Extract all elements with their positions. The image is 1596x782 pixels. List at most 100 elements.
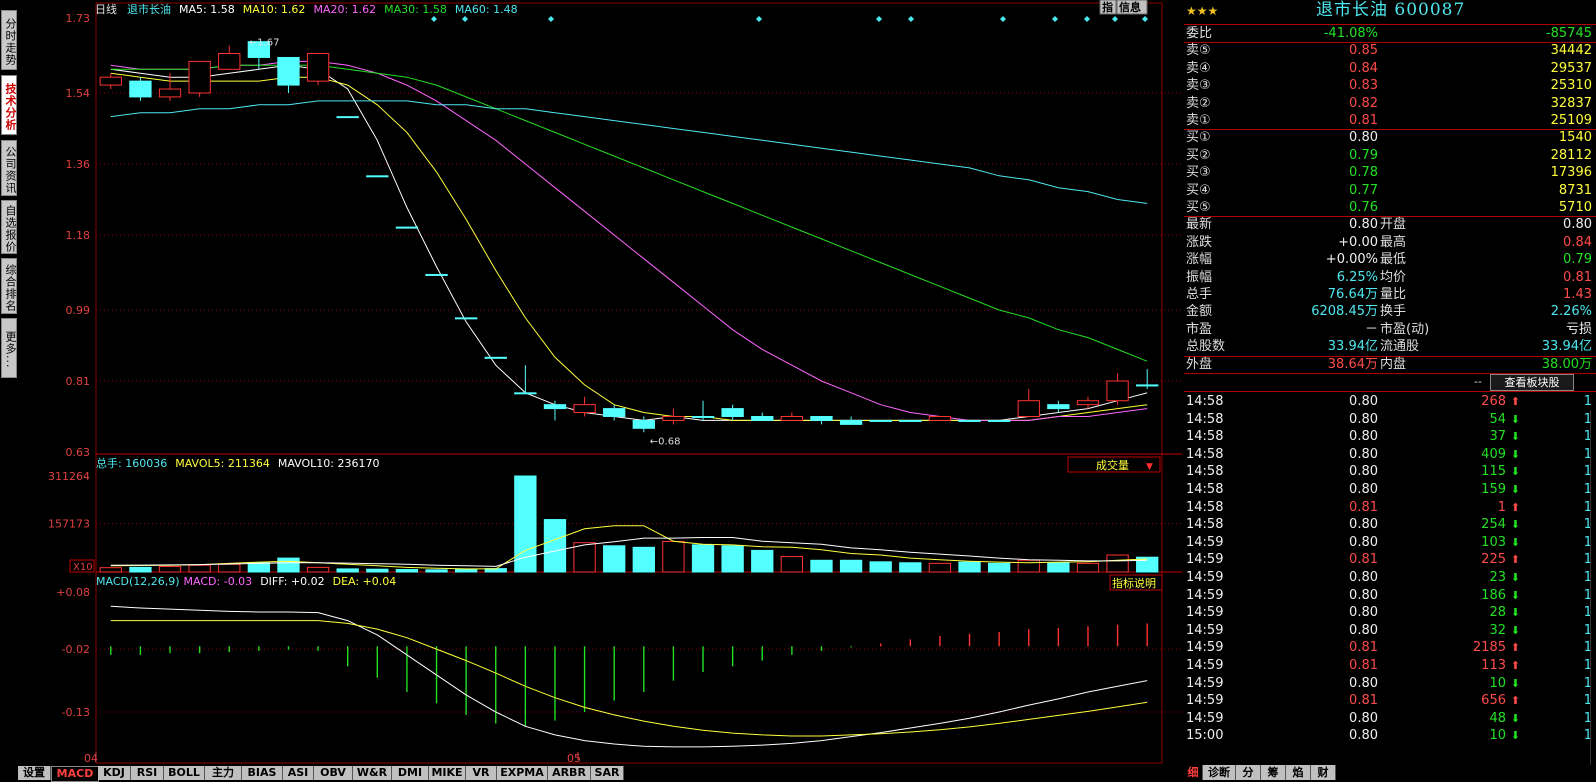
price-tick-0: 1.73 (66, 12, 91, 25)
buy-price: 0.78 (1349, 165, 1378, 181)
event-marker-2[interactable] (548, 16, 554, 22)
indicator-tab-mike[interactable]: MIKE (429, 766, 466, 780)
kline-chart-area[interactable]: 日线 退市长油 MA5: 1.58 MA10: 1.62 MA20: 1.62 MA30:… (18, 0, 1182, 765)
indicator-tab-asi[interactable]: ASI (283, 766, 314, 780)
sector-button[interactable]: 查看板块股 (1490, 374, 1574, 391)
macd-name: MACD(12,26,9) (96, 575, 180, 588)
collapse-icon[interactable]: -- (1474, 375, 1482, 388)
stat-value-2: 33.94亿 (1541, 339, 1592, 355)
tick-row: 14:58 0.80 268 ⬆ 1 (1184, 393, 1596, 410)
tick-price: 0.80 (1349, 517, 1378, 533)
event-marker-3[interactable] (756, 16, 762, 22)
sell-row-1: 卖① 0.81 25109 (1184, 112, 1596, 129)
tick-price: 0.80 (1349, 429, 1378, 445)
event-marker-8[interactable] (1084, 16, 1090, 22)
detail-tab-1[interactable]: 诊断 (1203, 765, 1236, 780)
buy-label: 买② (1186, 147, 1211, 163)
indicator-tab-bias[interactable]: BIAS (242, 766, 283, 780)
detail-tab-5[interactable]: 财 (1311, 765, 1336, 780)
indicator-tab-obv[interactable]: OBV (314, 766, 353, 780)
sell-volume: 32837 (1550, 95, 1592, 111)
indicator-tab-boll[interactable]: BOLL (164, 766, 205, 780)
side-tab-5[interactable]: 更多... (1, 318, 17, 378)
tick-volume: 10 (1489, 675, 1506, 691)
tick-row: 14:59 0.81 656 ⬆ 1 (1184, 692, 1596, 709)
ma-legend-3: MA30: 1.58 (384, 3, 447, 16)
stat-value-2: 0.79 (1563, 252, 1592, 268)
indicator-tab-w&r[interactable]: W&R (353, 766, 392, 780)
tick-volume: 115 (1481, 464, 1506, 480)
ma60-line (110, 100, 1148, 204)
indicator-tab-dmi[interactable]: DMI (392, 766, 429, 780)
tick-price: 0.80 (1349, 622, 1378, 638)
tick-time: 14:59 (1186, 534, 1224, 550)
stat-label: 总股数 (1186, 339, 1226, 355)
svg-text:X10: X10 (73, 562, 93, 573)
buy-label: 买⑤ (1186, 200, 1211, 215)
side-tab-4[interactable]: 综合排名 (1, 258, 17, 314)
volume-bar (395, 569, 419, 573)
stat-row-3: 振幅 6.25% 均价 0.81 (1184, 269, 1596, 286)
detail-tab-0[interactable]: 细 (1184, 765, 1203, 780)
info-button[interactable]: 信息 (1116, 0, 1148, 15)
tick-time: 14:58 (1186, 482, 1224, 497)
indicator-tab-sar[interactable]: SAR (591, 766, 624, 780)
side-tab-1[interactable]: 技术分析 (1, 75, 17, 135)
indicator-tab-kdj[interactable]: KDJ (98, 766, 131, 780)
weibi-row: 委比 -41.08% -85745 (1184, 25, 1596, 42)
indicator-tab-主力[interactable]: 主力 (205, 766, 242, 780)
tick-time: 14:59 (1186, 658, 1224, 673)
tick-scrollbar[interactable] (1590, 410, 1596, 765)
indicator-tab-设置[interactable]: 设置 (18, 766, 51, 780)
event-marker-0[interactable] (431, 16, 437, 22)
event-marker-10[interactable] (1142, 16, 1148, 22)
price-tick-1: 1.54 (66, 87, 91, 100)
side-tab-2[interactable]: 公司资讯 (1, 140, 17, 196)
buy-label: 买① (1186, 130, 1211, 146)
arrow-up-icon: ⬆ (1510, 641, 1520, 655)
vol-total: 总手: 160036 (96, 456, 167, 470)
candle (395, 226, 419, 229)
tick-time: 14:59 (1186, 675, 1224, 691)
indicator-tab-rsi[interactable]: RSI (131, 766, 164, 780)
arrow-down-icon: ⬇ (1510, 676, 1520, 690)
stat-label-2: 换手 (1380, 304, 1407, 320)
indicator-dropdown[interactable]: 成交量 ▼ (1067, 456, 1161, 473)
rating-stars-icon: ★★★ (1186, 4, 1219, 18)
x-label-1: 05 (567, 752, 581, 765)
indicator-tab-expma[interactable]: EXPMA (497, 766, 548, 780)
event-marker-5[interactable] (908, 16, 914, 22)
tick-volume: 32 (1489, 622, 1506, 638)
indicator-tab-vr[interactable]: VR (466, 766, 497, 780)
candle (277, 56, 300, 93)
zhi-button[interactable]: 指 (1099, 0, 1117, 15)
candle (662, 408, 685, 425)
volume-bar (899, 562, 922, 573)
detail-tab-2[interactable]: 分 (1236, 765, 1261, 780)
candle (1106, 373, 1129, 405)
stat-label-2: 最高 (1380, 234, 1407, 250)
indicator-tab-arbr[interactable]: ARBR (548, 766, 591, 780)
volume-bar (662, 540, 685, 573)
tick-volume: 409 (1481, 446, 1506, 462)
event-marker-7[interactable] (1052, 16, 1058, 22)
detail-tab-4[interactable]: 焰 (1286, 765, 1311, 780)
event-marker-9[interactable] (1112, 16, 1118, 22)
macd-diff: DIFF: +0.02 (260, 575, 324, 588)
event-marker-4[interactable] (876, 16, 882, 22)
sell-label: 卖③ (1186, 78, 1211, 94)
event-marker-1[interactable] (462, 16, 468, 22)
quote-panel: ★★★ 退市长油 600087 委比 -41.08% -85745 卖⑤ 0.85 34442… (1184, 0, 1596, 781)
side-tab-0[interactable]: 分时走势 (1, 10, 17, 70)
detail-tab-3[interactable]: 筹 (1261, 765, 1286, 780)
volume-bar (573, 542, 596, 573)
stat-label-2: 流通股 (1380, 339, 1420, 355)
indicator-tab-macd[interactable]: MACD (51, 766, 99, 782)
side-tab-3[interactable]: 自选报价 (1, 200, 17, 254)
event-marker-6[interactable] (1000, 16, 1006, 22)
ma20-line (110, 60, 1148, 421)
indicator-explain-button[interactable]: 指标说明 (1109, 574, 1163, 591)
sell-volume: 29537 (1550, 60, 1592, 76)
weibi-pct: -41.08% (1323, 26, 1378, 41)
tick-time: 14:59 (1186, 622, 1224, 638)
